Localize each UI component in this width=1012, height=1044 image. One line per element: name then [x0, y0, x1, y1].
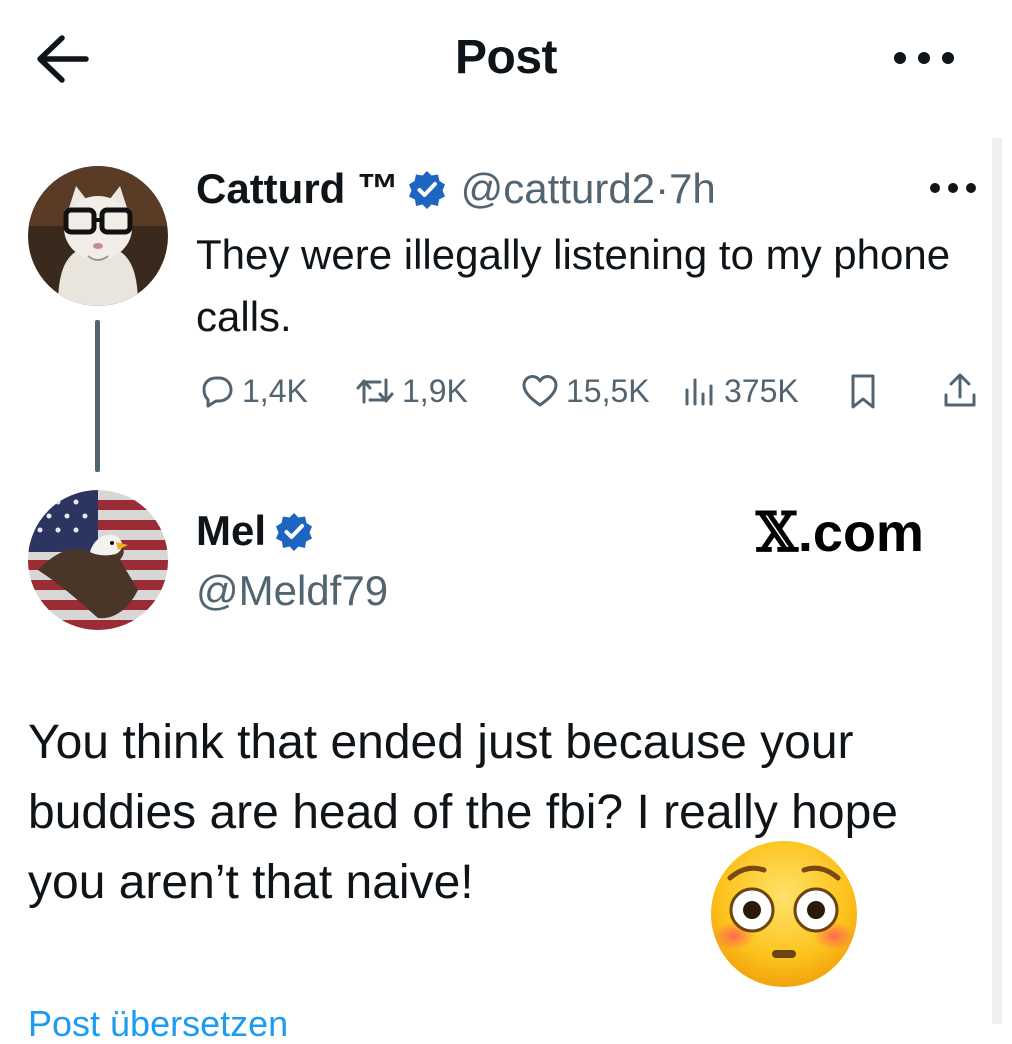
display-name[interactable]: Catturd ™ — [196, 165, 399, 212]
share-button[interactable] — [940, 368, 986, 414]
ellipsis-icon — [930, 183, 976, 193]
ellipsis-icon — [894, 52, 954, 64]
page-title: Post — [454, 31, 558, 84]
eagle-flag-avatar-image — [28, 490, 168, 630]
tweet-more-button[interactable] — [925, 176, 981, 200]
bookmark-icon — [851, 374, 875, 409]
reply-button[interactable]: 1,4K — [198, 368, 308, 414]
display-name[interactable]: Mel — [196, 507, 266, 554]
avatar-mel[interactable] — [28, 490, 168, 630]
x-com-watermark: 𝕏.com — [756, 500, 924, 565]
timestamp[interactable]: 7h — [669, 165, 716, 212]
scrollbar[interactable] — [992, 138, 1002, 1024]
like-button[interactable]: 15,5K — [520, 368, 650, 414]
tweet-header: Catturd ™ @catturd2·7h — [196, 164, 716, 214]
watermark-text: .com — [797, 503, 924, 563]
avatar-catturd[interactable] — [28, 166, 168, 306]
cat-avatar-image — [28, 166, 168, 306]
analytics-icon — [685, 378, 713, 406]
separator-dot: · — [655, 165, 670, 212]
handle[interactable]: @catturd2 — [461, 165, 655, 212]
tweet-text: They were illegally listening to my phon… — [196, 231, 951, 340]
verified-badge-icon — [407, 169, 447, 209]
heart-icon — [522, 375, 558, 407]
more-options-button[interactable] — [888, 38, 960, 78]
views-button[interactable]: 375K — [682, 368, 799, 414]
x-logo: 𝕏 — [756, 500, 798, 564]
reply-count: 1,4K — [242, 372, 308, 409]
handle[interactable]: @Meldf79 — [196, 566, 388, 616]
verified-badge-icon — [274, 511, 314, 551]
thread-connector-line — [95, 320, 100, 472]
repost-icon — [356, 378, 394, 404]
reply-author: Mel — [196, 506, 316, 556]
translate-post-link[interactable]: Post übersetzen — [28, 1004, 288, 1044]
repost-button[interactable]: 1,9K — [354, 368, 468, 414]
like-count: 15,5K — [566, 372, 650, 409]
bookmark-button[interactable] — [846, 368, 886, 414]
share-icon — [944, 373, 976, 407]
reply-icon — [202, 376, 233, 408]
view-count: 375K — [724, 372, 799, 409]
flushed-face-emoji-icon — [708, 838, 860, 990]
repost-count: 1,9K — [402, 372, 468, 409]
